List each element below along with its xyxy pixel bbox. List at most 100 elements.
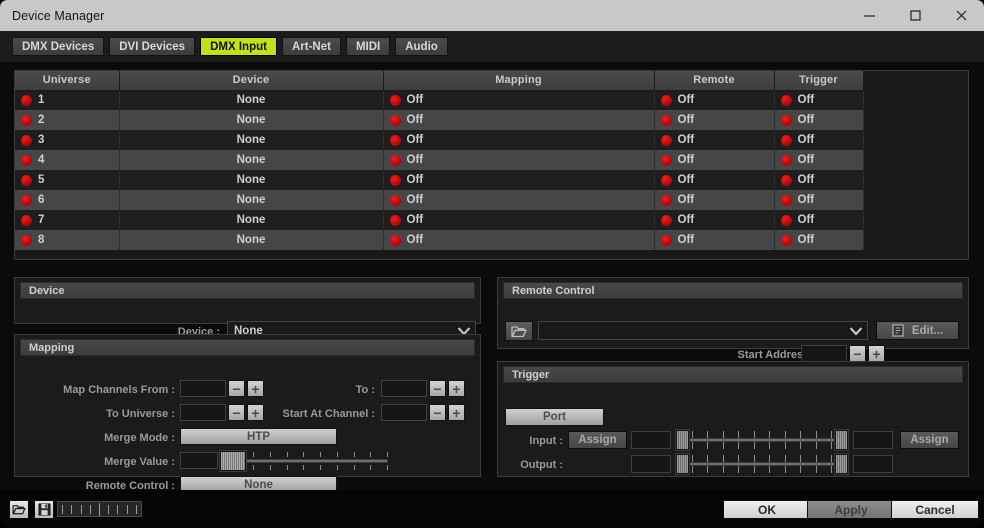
- table-row[interactable]: 1 None Off Off Off: [15, 90, 968, 110]
- cancel-button[interactable]: Cancel: [891, 500, 979, 519]
- trigger-port-button[interactable]: Port: [505, 408, 604, 426]
- cell-mapping[interactable]: Off: [383, 150, 655, 170]
- cell-device[interactable]: None: [119, 130, 384, 150]
- merge-value-slider[interactable]: [219, 450, 388, 472]
- trigger-output-max-input[interactable]: [853, 455, 893, 473]
- cell-mapping[interactable]: Off: [383, 170, 655, 190]
- map-channels-from-input[interactable]: [180, 380, 226, 397]
- tab-audio[interactable]: Audio: [395, 37, 448, 56]
- cell-mapping[interactable]: Off: [383, 110, 655, 130]
- cell-remote[interactable]: Off: [654, 210, 775, 230]
- cell-remote[interactable]: Off: [654, 190, 775, 210]
- cell-device[interactable]: None: [119, 90, 384, 110]
- cell-remote[interactable]: Off: [654, 130, 775, 150]
- cell-trigger[interactable]: Off: [774, 170, 864, 190]
- trigger-input-assign-button[interactable]: Assign: [568, 431, 627, 449]
- cell-mapping[interactable]: Off: [383, 190, 655, 210]
- to-universe-minus[interactable]: −: [228, 404, 245, 421]
- cell-universe[interactable]: 4: [15, 150, 120, 170]
- universe-table[interactable]: Universe Device Mapping Remote Trigger 1…: [14, 70, 969, 260]
- remote-control-select[interactable]: [538, 321, 868, 340]
- cell-trigger[interactable]: Off: [774, 90, 864, 110]
- start-address-input[interactable]: [801, 345, 847, 362]
- cell-mapping[interactable]: Off: [383, 90, 655, 110]
- ok-button[interactable]: OK: [723, 500, 811, 519]
- start-at-channel-plus[interactable]: +: [448, 404, 465, 421]
- cell-device[interactable]: None: [119, 150, 384, 170]
- table-row[interactable]: 8 None Off Off Off: [15, 230, 968, 250]
- column-header-remote[interactable]: Remote: [654, 71, 775, 91]
- merge-slider-handle[interactable]: [219, 450, 247, 472]
- remote-open-button[interactable]: [505, 321, 533, 341]
- footer-save-button[interactable]: [34, 500, 54, 519]
- trigger-output-min-input[interactable]: [631, 455, 671, 473]
- close-button[interactable]: [938, 0, 984, 31]
- cell-remote[interactable]: Off: [654, 170, 775, 190]
- to-universe-stepper[interactable]: − +: [180, 404, 264, 421]
- map-to-stepper[interactable]: − +: [381, 380, 465, 397]
- trigger-input-max-input[interactable]: [853, 431, 893, 449]
- cell-device[interactable]: None: [119, 190, 384, 210]
- cell-remote[interactable]: Off: [654, 150, 775, 170]
- table-row[interactable]: 3 None Off Off Off: [15, 130, 968, 150]
- cell-universe[interactable]: 2: [15, 110, 120, 130]
- column-header-trigger[interactable]: Trigger: [774, 71, 864, 91]
- cell-remote[interactable]: Off: [654, 230, 775, 250]
- cell-trigger[interactable]: Off: [774, 230, 864, 250]
- merge-value-input[interactable]: [180, 452, 218, 469]
- table-row[interactable]: 2 None Off Off Off: [15, 110, 968, 130]
- trigger-output-range-slider[interactable]: [675, 453, 849, 475]
- start-at-channel-input[interactable]: [381, 404, 427, 421]
- cell-device[interactable]: None: [119, 230, 384, 250]
- map-channels-from-plus[interactable]: +: [247, 380, 264, 397]
- start-address-stepper[interactable]: − +: [801, 345, 885, 362]
- cell-universe[interactable]: 5: [15, 170, 120, 190]
- remote-edit-button[interactable]: Edit...: [876, 321, 959, 340]
- tab-dmx-input[interactable]: DMX Input: [200, 37, 277, 56]
- table-row[interactable]: 7 None Off Off Off: [15, 210, 968, 230]
- start-at-channel-stepper[interactable]: − +: [381, 404, 465, 421]
- maximize-button[interactable]: [892, 0, 938, 31]
- map-channels-from-minus[interactable]: −: [228, 380, 245, 397]
- cell-mapping[interactable]: Off: [383, 230, 655, 250]
- to-universe-input[interactable]: [180, 404, 226, 421]
- cell-trigger[interactable]: Off: [774, 130, 864, 150]
- footer-open-button[interactable]: [9, 500, 29, 519]
- cell-trigger[interactable]: Off: [774, 110, 864, 130]
- cell-universe[interactable]: 7: [15, 210, 120, 230]
- cell-universe[interactable]: 6: [15, 190, 120, 210]
- start-address-plus[interactable]: +: [868, 345, 885, 362]
- cell-device[interactable]: None: [119, 110, 384, 130]
- cell-universe[interactable]: 3: [15, 130, 120, 150]
- cell-trigger[interactable]: Off: [774, 190, 864, 210]
- trigger-input-handle-min[interactable]: [675, 429, 690, 451]
- cell-universe[interactable]: 8: [15, 230, 120, 250]
- cell-remote[interactable]: Off: [654, 90, 775, 110]
- map-to-input[interactable]: [381, 380, 427, 397]
- cell-device[interactable]: None: [119, 170, 384, 190]
- map-to-minus[interactable]: −: [429, 380, 446, 397]
- column-header-device[interactable]: Device: [119, 71, 384, 91]
- tab-dvi-devices[interactable]: DVI Devices: [109, 37, 196, 56]
- cell-universe[interactable]: 1: [15, 90, 120, 110]
- apply-button[interactable]: Apply: [807, 500, 895, 519]
- tab-art-net[interactable]: Art-Net: [281, 37, 341, 56]
- minimize-button[interactable]: [846, 0, 892, 31]
- trigger-input-handle-max[interactable]: [834, 429, 849, 451]
- tab-dmx-devices[interactable]: DMX Devices: [12, 37, 105, 56]
- cell-device[interactable]: None: [119, 210, 384, 230]
- map-to-plus[interactable]: +: [448, 380, 465, 397]
- table-row[interactable]: 6 None Off Off Off: [15, 190, 968, 210]
- column-header-mapping[interactable]: Mapping: [383, 71, 655, 91]
- trigger-input-range-slider[interactable]: [675, 429, 849, 451]
- scale-ruler[interactable]: [57, 501, 142, 517]
- cell-mapping[interactable]: Off: [383, 130, 655, 150]
- merge-mode-button[interactable]: HTP: [180, 428, 337, 445]
- table-row[interactable]: 5 None Off Off Off: [15, 170, 968, 190]
- column-header-universe[interactable]: Universe: [15, 71, 120, 91]
- cell-remote[interactable]: Off: [654, 110, 775, 130]
- start-at-channel-minus[interactable]: −: [429, 404, 446, 421]
- map-channels-from-stepper[interactable]: − +: [180, 380, 264, 397]
- trigger-input-assign-right-button[interactable]: Assign: [900, 431, 959, 449]
- cell-trigger[interactable]: Off: [774, 150, 864, 170]
